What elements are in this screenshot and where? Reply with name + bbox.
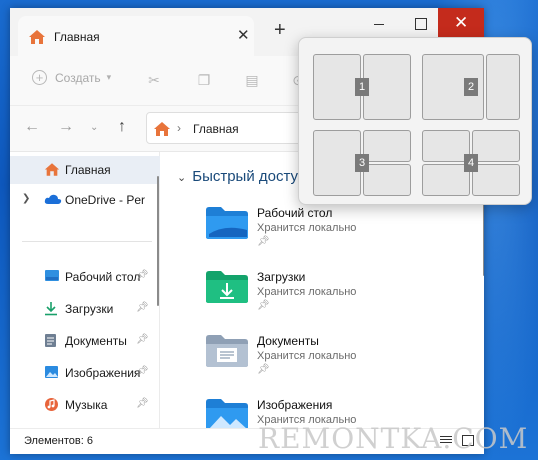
sidebar-item-documents[interactable]: Документы 📌︎ — [10, 327, 160, 355]
sidebar-item-desktop[interactable]: Рабочий стол 📌︎ — [10, 263, 160, 291]
snap-layout-number: 3 — [355, 154, 369, 172]
chevron-down-icon: ▾ — [106, 72, 112, 82]
navigation-pane: Главная ❯ OneDrive - Personal Рабочий ст… — [10, 152, 160, 428]
snap-zone[interactable] — [486, 54, 520, 120]
snap-layout-number: 2 — [464, 78, 478, 96]
snap-layout-two-columns[interactable]: 1 — [313, 54, 411, 120]
chevron-right-icon[interactable]: ❯ — [22, 193, 30, 204]
snap-layouts-flyout: 1 2 3 4 — [298, 37, 532, 205]
tab-title: Главная — [54, 30, 100, 44]
close-button[interactable]: ✕ — [438, 8, 484, 40]
downloads-folder-icon — [205, 270, 249, 304]
desktop-folder-icon — [205, 206, 249, 240]
pin-icon: 📌︎ — [136, 366, 149, 377]
plus-icon: + — [32, 70, 47, 85]
sidebar-item-label: Музыка — [65, 398, 108, 412]
up-icon[interactable]: ↑ — [118, 118, 126, 136]
download-icon — [44, 301, 58, 319]
home-icon — [28, 29, 46, 48]
pictures-icon — [44, 365, 59, 382]
quick-access-item-documents[interactable]: Документы Хранится локально 📌︎ — [205, 334, 445, 386]
minimize-button[interactable] — [356, 8, 402, 40]
paste-icon[interactable]: ▤ — [244, 72, 260, 88]
snap-layout-number: 1 — [355, 78, 369, 96]
documents-folder-icon — [205, 334, 249, 368]
sidebar-item-label: OneDrive - Personal — [65, 193, 145, 207]
pin-icon: 📌︎ — [257, 300, 270, 311]
new-tab-button[interactable]: + — [274, 19, 286, 42]
music-icon — [44, 397, 59, 415]
item-status: Хранится локально — [257, 222, 357, 234]
snap-zone[interactable] — [363, 130, 411, 162]
home-icon — [153, 121, 171, 140]
snap-zone[interactable] — [363, 164, 411, 196]
pin-icon: 📌︎ — [136, 302, 149, 313]
item-name: Документы — [257, 334, 319, 348]
watermark: REMONTKA.COM — [258, 422, 529, 455]
snap-zone[interactable] — [472, 164, 520, 196]
divider — [22, 241, 152, 242]
snap-layout-wide-left[interactable]: 2 — [422, 54, 520, 120]
snap-layout-number: 4 — [464, 154, 478, 172]
pictures-folder-icon — [205, 398, 249, 432]
sidebar-item-label: Загрузки — [65, 302, 114, 316]
documents-icon — [44, 333, 57, 351]
breadcrumb-separator-icon: › — [177, 121, 181, 135]
snap-zone[interactable] — [422, 130, 470, 162]
snap-layout-three-zones[interactable]: 3 — [313, 130, 411, 196]
snap-zone[interactable] — [313, 130, 361, 196]
sidebar-item-label: Главная — [65, 163, 111, 177]
item-name: Рабочий стол — [257, 206, 333, 220]
item-status: Хранится локально — [257, 286, 357, 298]
snap-zone[interactable] — [313, 54, 361, 120]
snap-zone[interactable] — [363, 54, 411, 120]
new-button[interactable]: + Создать ▾ — [32, 70, 111, 85]
sidebar-item-label: Изображения — [65, 366, 141, 380]
tab-close-icon[interactable]: ✕ — [237, 26, 250, 44]
desktop-icon — [44, 269, 60, 286]
sidebar-item-label: Рабочий стол — [65, 270, 141, 284]
pin-icon: 📌︎ — [257, 236, 270, 247]
pin-icon: 📌︎ — [136, 334, 149, 345]
item-count: Элементов: 6 — [24, 435, 93, 447]
copy-icon[interactable]: ❐ — [196, 72, 212, 88]
item-name: Загрузки — [257, 270, 306, 284]
maximize-button[interactable] — [402, 8, 440, 40]
snap-zone[interactable] — [422, 164, 470, 196]
chevron-down-icon: ⌄ — [177, 172, 187, 184]
recent-locations-icon[interactable]: ⌄ — [90, 122, 98, 133]
sidebar-item-downloads[interactable]: Загрузки 📌︎ — [10, 295, 160, 323]
quick-access-header[interactable]: ⌄ Быстрый доступ — [177, 168, 306, 185]
pin-icon: 📌︎ — [136, 270, 149, 281]
sidebar-item-label: Документы — [65, 334, 127, 348]
close-icon: ✕ — [454, 13, 469, 32]
back-icon[interactable]: ← — [24, 118, 40, 136]
forward-icon[interactable]: → — [58, 118, 74, 136]
sidebar-item-onedrive[interactable]: ❯ OneDrive - Personal — [10, 186, 160, 214]
tab-home[interactable]: Главная ✕ — [18, 16, 254, 56]
pin-icon: 📌︎ — [257, 364, 270, 375]
snap-layout-quadrants[interactable]: 4 — [422, 130, 520, 196]
sidebar-item-home[interactable]: Главная — [10, 156, 160, 184]
onedrive-icon — [44, 194, 62, 208]
home-icon — [44, 162, 60, 180]
new-button-label: Создать — [55, 70, 101, 85]
breadcrumb: Главная — [193, 122, 239, 136]
sidebar-item-music[interactable]: Музыка 📌︎ — [10, 391, 160, 419]
item-status: Хранится локально — [257, 350, 357, 362]
section-title: Быстрый доступ — [192, 168, 307, 185]
snap-zone[interactable] — [472, 130, 520, 162]
quick-access-item-downloads[interactable]: Загрузки Хранится локально 📌︎ — [205, 270, 445, 322]
item-name: Изображения — [257, 398, 333, 412]
pin-icon: 📌︎ — [136, 398, 149, 409]
cut-icon[interactable]: ✂ — [146, 72, 162, 88]
sidebar-scrollbar[interactable] — [157, 176, 159, 306]
quick-access-item-desktop[interactable]: Рабочий стол Хранится локально 📌︎ — [205, 206, 445, 258]
sidebar-item-pictures[interactable]: Изображения 📌︎ — [10, 359, 160, 387]
